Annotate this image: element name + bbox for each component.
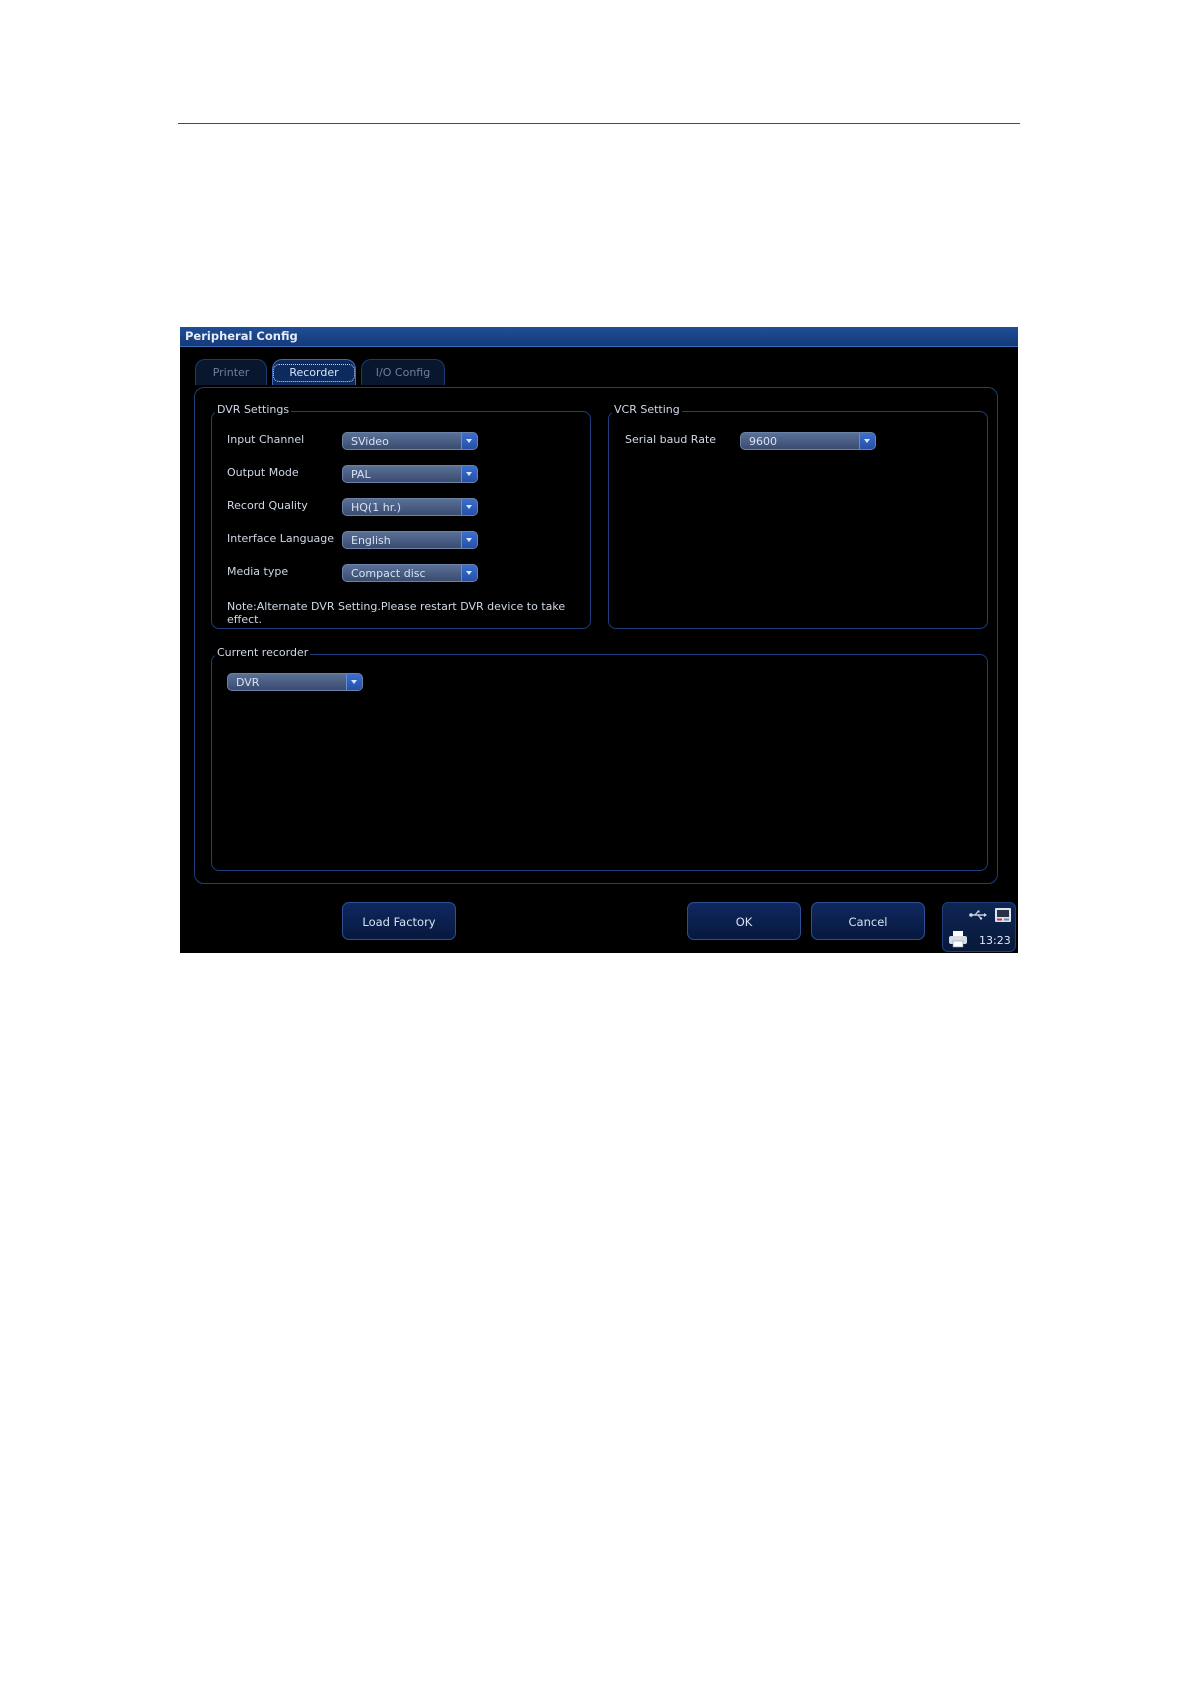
vcr-setting-group: VCR Setting Serial baud Rate 9600 [608, 403, 988, 629]
peripheral-config-window: Peripheral Config Printer Recorder I/O C… [180, 327, 1018, 953]
status-clock: 13:23 [979, 934, 1011, 947]
window-title: Peripheral Config [185, 329, 298, 343]
interface-language-value: English [351, 534, 391, 547]
chevron-down-icon[interactable] [346, 674, 362, 690]
tab-recorder[interactable]: Recorder [272, 359, 356, 385]
serial-baud-rate-select[interactable]: 9600 [740, 432, 876, 450]
output-mode-value: PAL [351, 468, 371, 481]
output-mode-label: Output Mode [227, 466, 299, 479]
media-device-icon [995, 908, 1011, 922]
dvr-restart-note: Note:Alternate DVR Setting.Please restar… [227, 600, 566, 626]
usb-icon [969, 910, 987, 920]
media-type-label: Media type [227, 565, 289, 578]
current-recorder-title: Current recorder [215, 646, 311, 659]
interface-language-label: Interface Language [227, 532, 335, 545]
tab-printer-label: Printer [212, 366, 250, 379]
output-mode-select[interactable]: PAL [342, 465, 478, 483]
serial-baud-rate-value: 9600 [749, 435, 777, 448]
record-quality-label: Record Quality [227, 499, 308, 512]
tab-io-config-label: I/O Config [375, 366, 431, 379]
input-channel-value: SVideo [351, 435, 389, 448]
dvr-settings-title: DVR Settings [215, 403, 292, 416]
record-quality-select[interactable]: HQ(1 hr.) [342, 498, 478, 516]
cancel-button[interactable]: Cancel [811, 902, 925, 940]
chevron-down-icon[interactable] [461, 499, 477, 515]
current-recorder-select[interactable]: DVR [227, 673, 363, 691]
chevron-down-icon[interactable] [461, 466, 477, 482]
dvr-settings-group: DVR Settings Input Channel SVideo Output… [211, 403, 591, 629]
input-channel-label: Input Channel [227, 433, 305, 446]
tab-io-config[interactable]: I/O Config [361, 359, 445, 385]
vcr-setting-title: VCR Setting [612, 403, 682, 416]
page-header-rule [178, 123, 1020, 124]
serial-baud-rate-label: Serial baud Rate [625, 433, 717, 446]
media-type-select[interactable]: Compact disc [342, 564, 478, 582]
current-recorder-group: Current recorder DVR [211, 646, 988, 871]
media-type-value: Compact disc [351, 567, 426, 580]
input-channel-select[interactable]: SVideo [342, 432, 478, 450]
window-titlebar: Peripheral Config [180, 327, 1018, 347]
printer-icon [949, 931, 967, 948]
tab-recorder-label: Recorder [273, 364, 355, 382]
record-quality-value: HQ(1 hr.) [351, 501, 401, 514]
status-tray: 13:23 [942, 902, 1016, 952]
load-factory-button[interactable]: Load Factory [342, 902, 456, 940]
interface-language-select[interactable]: English [342, 531, 478, 549]
current-recorder-value: DVR [236, 676, 260, 689]
tab-printer[interactable]: Printer [195, 359, 267, 385]
chevron-down-icon[interactable] [859, 433, 875, 449]
chevron-down-icon[interactable] [461, 433, 477, 449]
chevron-down-icon[interactable] [461, 532, 477, 548]
chevron-down-icon[interactable] [461, 565, 477, 581]
ok-button[interactable]: OK [687, 902, 801, 940]
